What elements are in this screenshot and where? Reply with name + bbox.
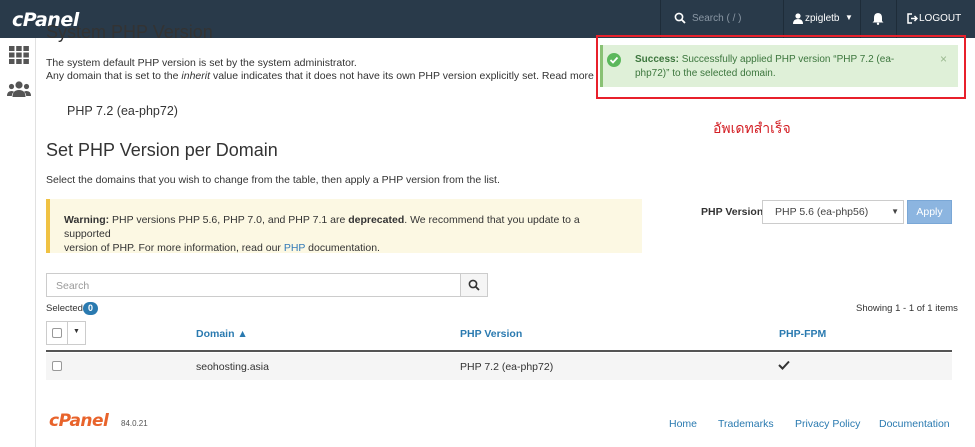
page-title: Set PHP Version per Domain: [46, 140, 278, 160]
warning-bold: deprecated: [348, 214, 405, 226]
apply-button[interactable]: Apply: [907, 200, 952, 224]
inherit-note-emphasis: inherit: [181, 70, 211, 82]
column-header-domain[interactable]: Domain ▲: [196, 328, 248, 340]
showing-suffix: of 1 items: [914, 303, 958, 314]
search-icon: [674, 12, 686, 24]
footer-link-privacy-policy[interactable]: Privacy Policy: [795, 418, 860, 430]
grid-icon[interactable]: [9, 46, 29, 64]
php-version-label: PHP Version: [701, 206, 764, 218]
footer-link-home[interactable]: Home: [669, 418, 697, 430]
domain-search-input[interactable]: Search: [46, 273, 461, 297]
chevron-down-icon[interactable]: ▼: [73, 328, 80, 335]
divider: [67, 321, 68, 345]
highlight-outline: [596, 35, 966, 99]
warning-text: PHP versions PHP 5.6, PHP 7.0, and PHP 7…: [109, 214, 349, 226]
check-icon: [778, 360, 790, 370]
system-php-inherit-note: Any domain that is set to the inherit va…: [46, 70, 594, 82]
search-icon: [468, 279, 480, 291]
row-domain: seohosting.asia: [196, 361, 269, 373]
system-php-description: The system default PHP version is set by…: [46, 57, 357, 69]
deprecation-warning: Warning: PHP versions PHP 5.6, PHP 7.0, …: [46, 199, 642, 254]
selected-count-badge: 0: [83, 302, 98, 315]
warning-text: documentation.: [305, 242, 380, 254]
footer-link-trademarks[interactable]: Trademarks: [718, 418, 774, 430]
chevron-down-icon: ▼: [891, 207, 899, 216]
navbar-divider: [860, 0, 861, 38]
footer-version: 84.0.21: [121, 419, 148, 428]
php-version-select[interactable]: PHP 5.6 (ea-php56) ▼: [762, 200, 904, 224]
navbar-search-placeholder: Search ( / ): [692, 13, 742, 24]
selected-label: Selected: [46, 303, 83, 314]
bell-icon[interactable]: [872, 12, 884, 25]
system-php-title: System PHP Version: [46, 22, 213, 42]
row-checkbox[interactable]: [52, 361, 62, 371]
php-docs-link[interactable]: PHP: [284, 242, 305, 254]
select-all-checkbox[interactable]: [52, 328, 62, 338]
system-php-version: PHP 7.2 (ea-php72): [67, 104, 178, 118]
navbar-divider: [896, 0, 897, 38]
pagination-summary: Showing 1 - 1 of 1 items: [856, 303, 958, 314]
annotation-text: อัพเดทสำเร็จ: [713, 121, 791, 137]
user-icon: [793, 13, 803, 24]
sidebar: [0, 38, 36, 447]
showing-range: 1 - 1: [895, 303, 915, 314]
users-icon[interactable]: [7, 80, 31, 98]
footer-link-documentation[interactable]: Documentation: [879, 418, 950, 430]
section-description: Select the domains that you wish to chan…: [46, 174, 500, 186]
warning-text: version of PHP. For more information, re…: [64, 242, 284, 254]
showing-prefix: Showing: [856, 303, 896, 314]
chevron-down-icon: ▼: [845, 13, 853, 22]
inherit-note-prefix: Any domain that is set to the: [46, 70, 182, 82]
navbar-divider: [783, 0, 784, 38]
row-php-version: PHP 7.2 (ea-php72): [460, 361, 554, 373]
user-menu[interactable]: zpigletb: [805, 13, 839, 24]
logout-button[interactable]: LOGOUT: [919, 13, 961, 24]
column-header-php-fpm: PHP-FPM: [779, 328, 827, 340]
inherit-note-suffix: value indicates that it does not have it…: [210, 70, 594, 82]
column-header-php-version: PHP Version: [460, 328, 523, 340]
logout-icon: [907, 13, 918, 24]
php-version-selected: PHP 5.6 (ea-php56): [775, 206, 869, 218]
footer-cpanel-logo[interactable]: cPanel: [49, 411, 109, 431]
warning-label: Warning:: [64, 214, 110, 226]
